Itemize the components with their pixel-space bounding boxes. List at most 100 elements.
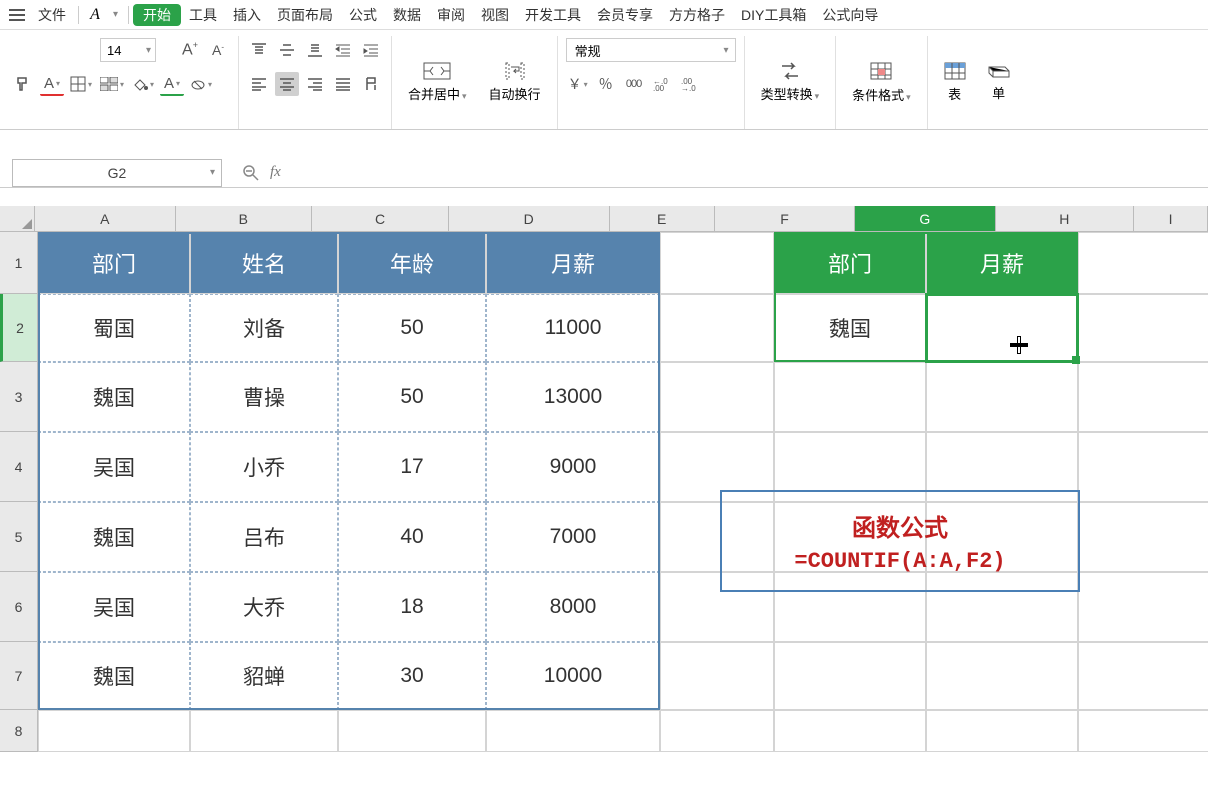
fx-icon[interactable]: fx <box>270 164 281 181</box>
cell-empty[interactable] <box>926 642 1078 710</box>
align-bottom-icon[interactable] <box>303 38 327 62</box>
increase-indent-icon[interactable] <box>359 38 383 62</box>
tab-devtools[interactable]: 开发工具 <box>517 0 589 30</box>
file-menu[interactable]: 文件 <box>30 5 74 25</box>
cell-empty[interactable] <box>1078 362 1208 432</box>
currency-icon[interactable]: ￥▾ <box>566 72 590 96</box>
cell-empty[interactable] <box>338 710 486 752</box>
table1-cell[interactable]: 曹操 <box>190 362 338 432</box>
tab-diy[interactable]: DIY工具箱 <box>733 0 814 30</box>
table-style-button[interactable]: 表 <box>936 58 974 107</box>
cell-empty[interactable] <box>660 710 774 752</box>
align-center-icon[interactable] <box>275 72 299 96</box>
tab-insert[interactable]: 插入 <box>225 0 269 30</box>
auto-wrap-button[interactable]: 自动换行 <box>481 58 549 107</box>
decrease-indent-icon[interactable] <box>331 38 355 62</box>
tab-home[interactable]: 开始 <box>133 4 181 26</box>
tab-review[interactable]: 审阅 <box>429 0 473 30</box>
table1-cell[interactable]: 吕布 <box>190 502 338 572</box>
cell-empty[interactable] <box>926 362 1078 432</box>
percent-icon[interactable]: ％ <box>594 72 618 96</box>
table1-cell[interactable]: 50 <box>338 294 486 362</box>
orientation-icon[interactable] <box>359 72 383 96</box>
hamburger-icon[interactable] <box>4 3 30 27</box>
align-right-icon[interactable] <box>303 72 327 96</box>
tab-data[interactable]: 数据 <box>385 0 429 30</box>
font-dropdown-icon[interactable]: ▾ <box>107 9 124 20</box>
row-header-2[interactable]: 2 <box>0 294 38 362</box>
number-format-selector[interactable]: 常规 <box>566 38 736 62</box>
align-justify-icon[interactable] <box>331 72 355 96</box>
format-painter-icon[interactable] <box>12 72 36 96</box>
align-top-icon[interactable] <box>247 38 271 62</box>
table1-cell[interactable]: 11000 <box>486 294 660 362</box>
table1-cell[interactable]: 魏国 <box>38 362 190 432</box>
table1-header[interactable]: 部门 <box>38 232 190 294</box>
col-header-B[interactable]: B <box>176 206 313 232</box>
table1-cell[interactable]: 魏国 <box>38 642 190 710</box>
col-header-G[interactable]: G <box>855 206 995 232</box>
table2-header[interactable]: 月薪 <box>926 232 1078 294</box>
table1-cell[interactable]: 30 <box>338 642 486 710</box>
cell-empty[interactable] <box>660 294 774 362</box>
table2-cell[interactable] <box>926 294 1078 362</box>
formula-input[interactable] <box>301 159 1208 187</box>
name-box[interactable]: G2 <box>12 159 222 187</box>
col-header-I[interactable]: I <box>1134 206 1208 232</box>
table2-header[interactable]: 部门 <box>774 232 926 294</box>
cell-empty[interactable] <box>774 362 926 432</box>
select-all-corner[interactable] <box>0 206 35 232</box>
table1-cell[interactable]: 18 <box>338 572 486 642</box>
cell-empty[interactable] <box>190 710 338 752</box>
row-header-1[interactable]: 1 <box>0 232 38 294</box>
row-header-6[interactable]: 6 <box>0 572 38 642</box>
table1-cell[interactable]: 50 <box>338 362 486 432</box>
cell-style-icon[interactable]: ▾ <box>98 72 126 96</box>
row-header-3[interactable]: 3 <box>0 362 38 432</box>
tab-tools[interactable]: 工具 <box>181 0 225 30</box>
cell-empty[interactable] <box>660 232 774 294</box>
font-size-selector[interactable]: 14 <box>100 38 156 62</box>
cell-empty[interactable] <box>1078 502 1208 572</box>
table1-cell[interactable]: 蜀国 <box>38 294 190 362</box>
align-left-icon[interactable] <box>247 72 271 96</box>
cell-empty[interactable] <box>660 642 774 710</box>
clear-format-icon[interactable]: ▾ <box>188 72 214 96</box>
tab-formula[interactable]: 公式 <box>341 0 385 30</box>
tab-pagelayout[interactable]: 页面布局 <box>269 0 341 30</box>
col-header-E[interactable]: E <box>610 206 715 232</box>
table1-cell[interactable]: 8000 <box>486 572 660 642</box>
cell-empty[interactable] <box>1078 232 1208 294</box>
align-middle-icon[interactable] <box>275 38 299 62</box>
row-header-4[interactable]: 4 <box>0 432 38 502</box>
decrease-font-icon[interactable]: A- <box>206 38 230 62</box>
col-header-C[interactable]: C <box>312 206 449 232</box>
increase-decimal-icon[interactable]: ←.0.00 <box>650 72 674 96</box>
col-header-H[interactable]: H <box>996 206 1135 232</box>
table1-cell[interactable]: 7000 <box>486 502 660 572</box>
tab-view[interactable]: 视图 <box>473 0 517 30</box>
decrease-decimal-icon[interactable]: .00→.0 <box>678 72 702 96</box>
table1-cell[interactable]: 40 <box>338 502 486 572</box>
table1-cell[interactable]: 吴国 <box>38 572 190 642</box>
table1-cell[interactable]: 小乔 <box>190 432 338 502</box>
type-convert-button[interactable]: 类型转换▾ <box>753 58 828 107</box>
table1-cell[interactable]: 魏国 <box>38 502 190 572</box>
row-header-5[interactable]: 5 <box>0 502 38 572</box>
col-header-F[interactable]: F <box>715 206 855 232</box>
table1-header[interactable]: 年龄 <box>338 232 486 294</box>
table2-cell[interactable]: 魏国 <box>774 294 926 362</box>
table1-cell[interactable]: 10000 <box>486 642 660 710</box>
increase-font-icon[interactable]: A+ <box>178 38 202 62</box>
table1-cell[interactable]: 吴国 <box>38 432 190 502</box>
table1-cell[interactable]: 貂蝉 <box>190 642 338 710</box>
table1-cell[interactable]: 13000 <box>486 362 660 432</box>
borders-icon[interactable]: ▾ <box>68 72 94 96</box>
table1-cell[interactable]: 大乔 <box>190 572 338 642</box>
table1-cell[interactable]: 9000 <box>486 432 660 502</box>
fill-color-icon[interactable]: ▾ <box>130 72 156 96</box>
conditional-format-button[interactable]: 条件格式▾ <box>844 57 919 108</box>
tab-fangfang[interactable]: 方方格子 <box>661 0 733 30</box>
font-preview-icon[interactable]: A <box>83 6 107 24</box>
cell-empty[interactable] <box>926 710 1078 752</box>
